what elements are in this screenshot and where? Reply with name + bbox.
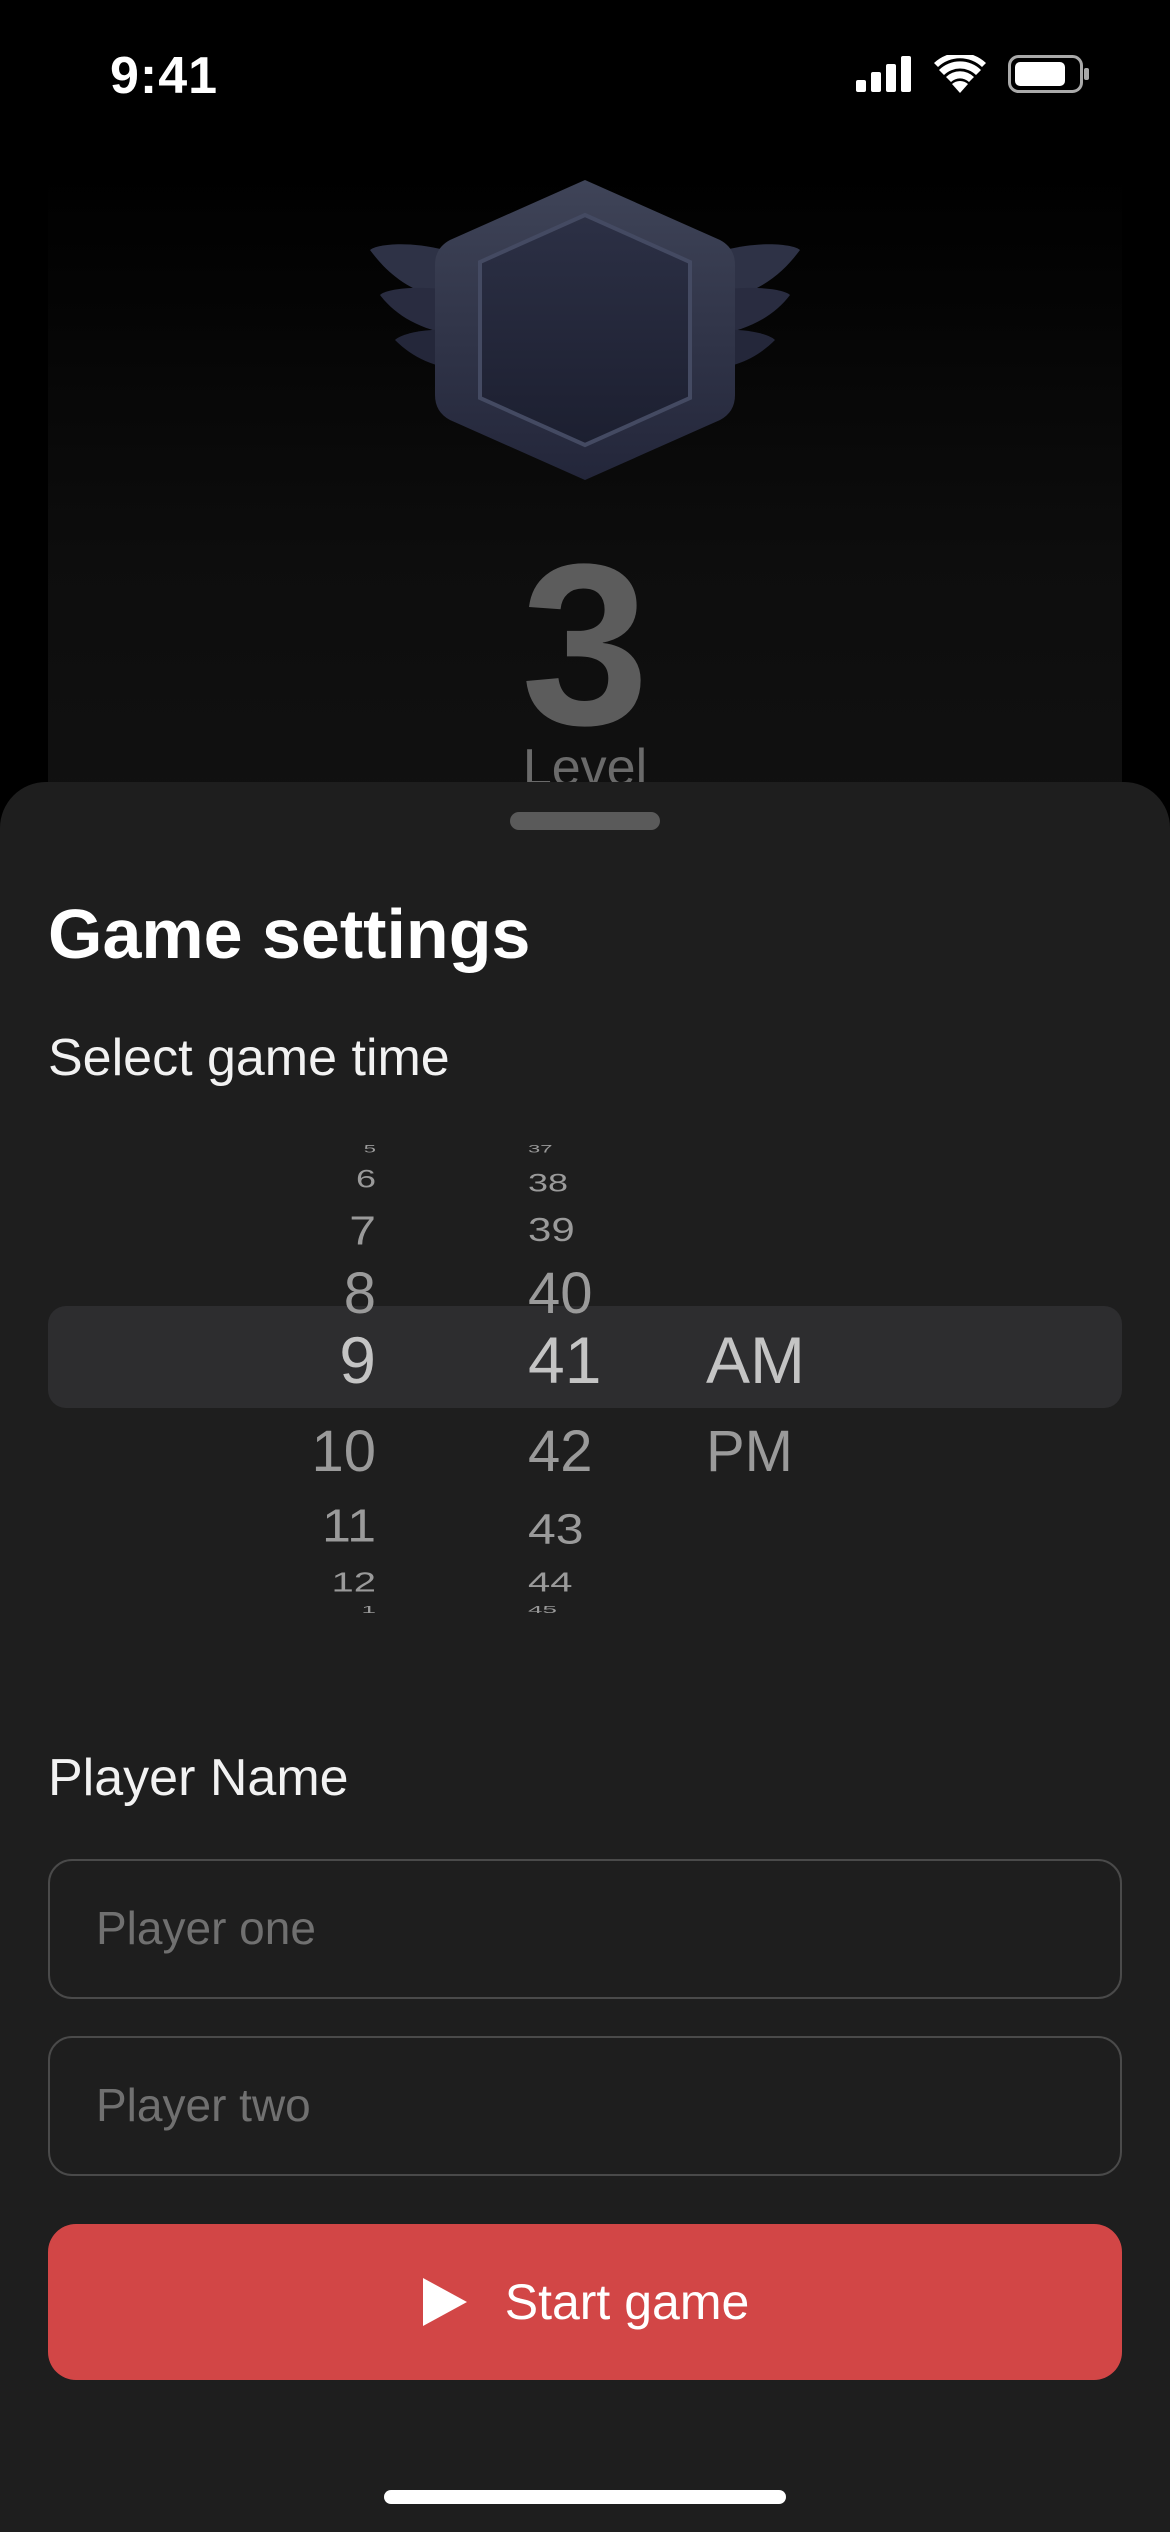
sheet-grabber[interactable] [510,812,660,830]
picker-hour-option[interactable]: 7 [349,1208,376,1255]
picker-hour-option[interactable]: 11 [322,1499,376,1553]
game-time-label: Select game time [48,1029,450,1087]
game-settings-sheet: Game settings Select game time 5 6 7 8 9… [0,782,1170,2532]
picker-period-option[interactable]: PM [706,1418,793,1485]
picker-hour-option[interactable]: 8 [344,1260,376,1327]
picker-hour-option[interactable]: 12 [332,1567,377,1599]
start-game-button[interactable]: Start game [48,2224,1122,2380]
battery-icon [1008,55,1089,93]
status-icons [856,55,1090,93]
picker-hour-option[interactable]: 10 [311,1418,376,1485]
picker-hour-option[interactable]: 1 [362,1603,376,1615]
picker-minute-option[interactable]: 43 [528,1504,584,1553]
picker-minute-selected[interactable]: 41 [528,1322,601,1398]
time-picker[interactable]: 5 6 7 8 9 10 11 12 1 37 38 39 40 41 42 4… [48,1132,1122,1672]
picker-minute-option[interactable]: 40 [528,1260,593,1327]
picker-minute-option[interactable]: 45 [528,1603,557,1615]
sheet-title: Game settings [48,895,531,973]
picker-hour-option[interactable]: 5 [364,1143,376,1156]
status-time: 9:41 [110,47,219,105]
home-indicator[interactable] [384,2490,786,2504]
level-badge-icon [370,180,800,480]
player-one-input[interactable]: Player one [48,1859,1122,1999]
player-two-placeholder: Player two [96,2079,311,2131]
play-icon [422,2278,467,2326]
picker-minute-option[interactable]: 38 [528,1168,568,1197]
picker-minute-option[interactable]: 39 [528,1211,575,1249]
player-name-label: Player Name [48,1749,349,1807]
picker-hour-option[interactable]: 6 [356,1164,376,1193]
picker-period-selected[interactable]: AM [706,1322,805,1398]
picker-minute-option[interactable]: 37 [528,1143,552,1156]
picker-minute-option[interactable]: 44 [528,1567,573,1599]
status-bar: 9:41 [0,0,1170,150]
player-one-placeholder: Player one [96,1902,316,1954]
picker-minute-option[interactable]: 42 [528,1418,593,1485]
level-number: 3 [521,516,649,773]
start-game-label: Start game [504,2274,750,2330]
wifi-icon [934,55,986,93]
cellular-signal-icon [856,56,911,92]
picker-hour-selected[interactable]: 9 [339,1322,376,1398]
player-two-input[interactable]: Player two [48,2036,1122,2176]
